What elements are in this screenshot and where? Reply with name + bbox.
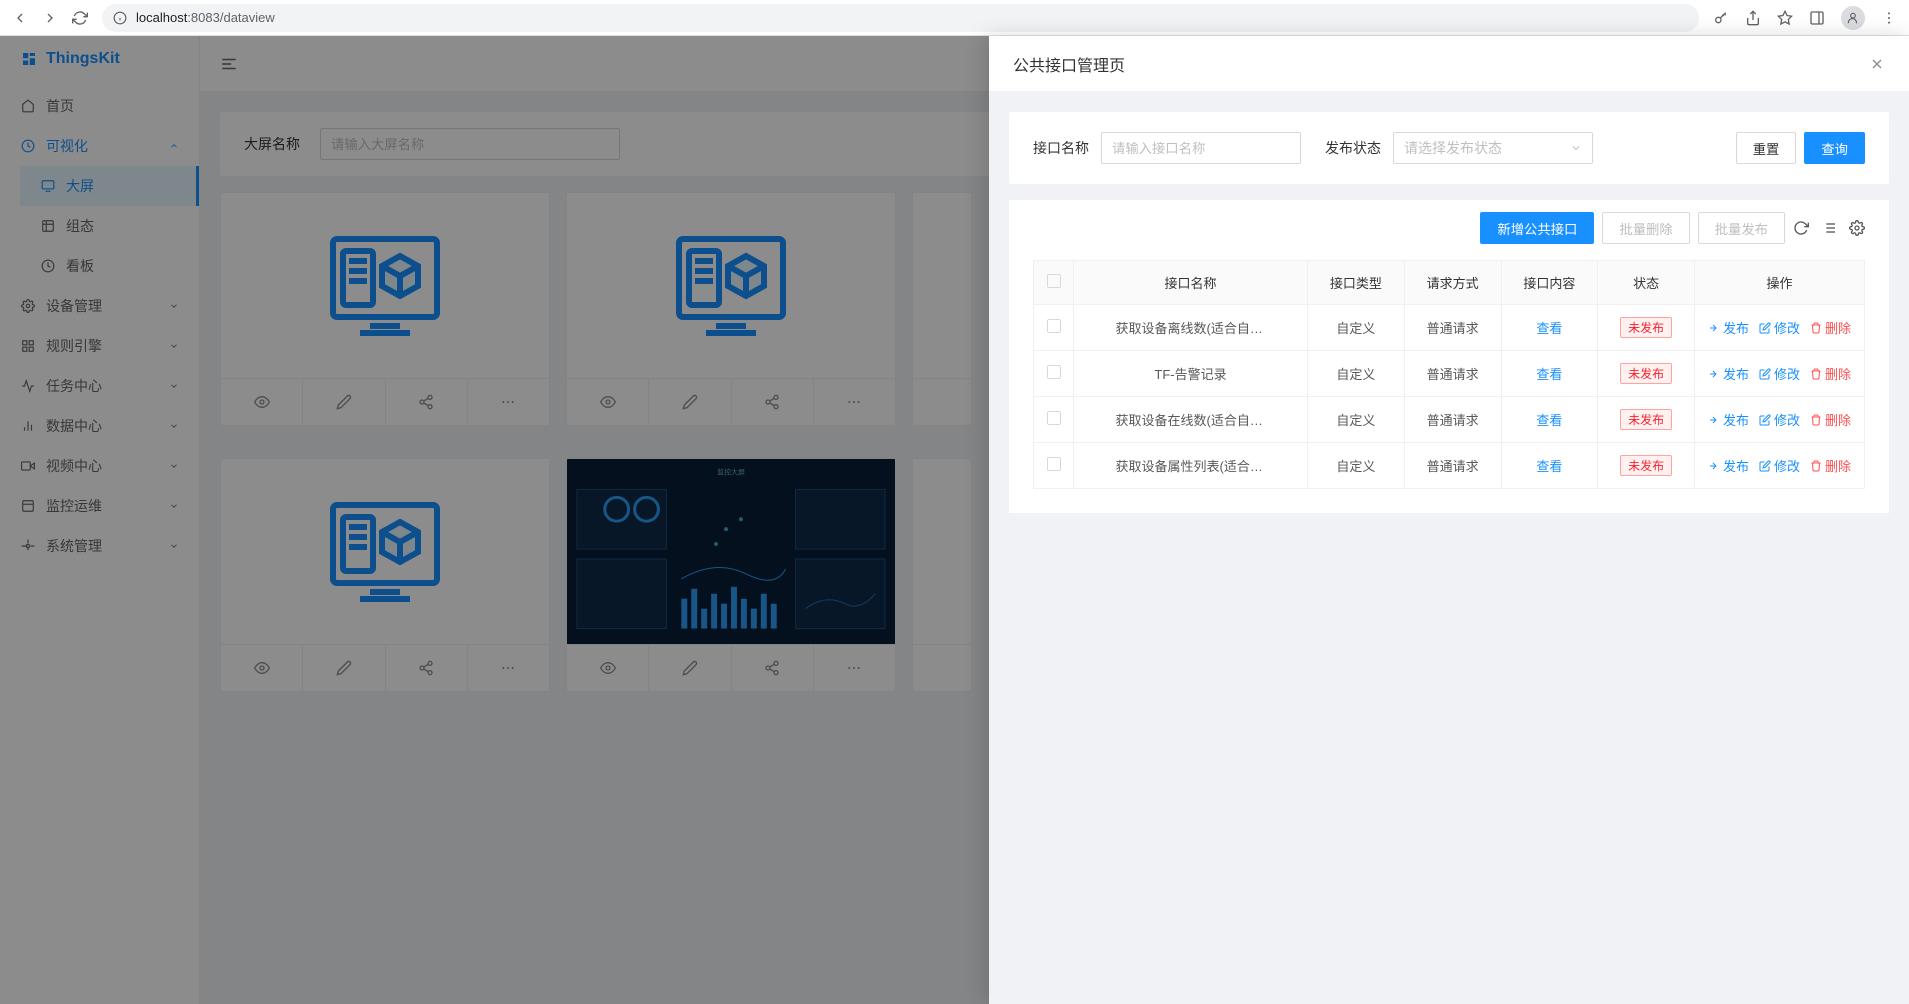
col-method: 请求方式: [1404, 261, 1501, 305]
cell-name: 获取设备离线数(适合自定...: [1116, 318, 1266, 337]
edit-icon: [1759, 368, 1771, 380]
edit-icon: [1759, 460, 1771, 472]
filter-bar: 接口名称 发布状态 请选择发布状态 重置 查询: [1009, 112, 1889, 184]
delete-link[interactable]: 删除: [1810, 364, 1851, 383]
delete-link[interactable]: 删除: [1810, 318, 1851, 337]
row-checkbox[interactable]: [1047, 411, 1061, 425]
settings-icon[interactable]: [1849, 220, 1865, 236]
view-content-link[interactable]: 查看: [1536, 413, 1562, 428]
publish-link[interactable]: 发布: [1708, 456, 1749, 475]
api-drawer: 公共接口管理页 接口名称 发布状态 请选择发布状态 重置 查询 新增公共接口: [989, 36, 1909, 1004]
delete-icon: [1810, 322, 1822, 334]
col-actions: 操作: [1695, 261, 1865, 305]
publish-icon: [1708, 460, 1720, 472]
publish-link[interactable]: 发布: [1708, 318, 1749, 337]
publish-link[interactable]: 发布: [1708, 364, 1749, 383]
select-all-checkbox[interactable]: [1047, 274, 1061, 288]
chevron-down-icon: [1570, 142, 1582, 154]
publish-link[interactable]: 发布: [1708, 410, 1749, 429]
delete-icon: [1810, 368, 1822, 380]
publish-icon: [1708, 414, 1720, 426]
key-icon[interactable]: [1713, 10, 1729, 26]
panel-icon[interactable]: [1809, 10, 1825, 26]
status-badge: 未发布: [1620, 455, 1672, 476]
close-icon[interactable]: [1869, 56, 1885, 72]
back-icon[interactable]: [12, 10, 28, 26]
table-header-row: 接口名称 接口类型 请求方式 接口内容 状态 操作: [1034, 261, 1865, 305]
filter-name-input[interactable]: [1101, 132, 1301, 164]
delete-link[interactable]: 删除: [1810, 410, 1851, 429]
batch-delete-button[interactable]: 批量删除: [1602, 212, 1689, 244]
table-row: 获取设备离线数(适合自定... 自定义 普通请求 查看 未发布 发布 修改 删除: [1034, 305, 1865, 351]
status-badge: 未发布: [1620, 409, 1672, 430]
publish-icon: [1708, 368, 1720, 380]
menu-dots-icon[interactable]: [1881, 10, 1897, 26]
delete-icon: [1810, 414, 1822, 426]
filter-name-label: 接口名称: [1033, 138, 1089, 158]
cell-method: 普通请求: [1404, 397, 1501, 443]
table-toolbar: 新增公共接口 批量删除 批量发布: [1009, 200, 1889, 244]
cell-method: 普通请求: [1404, 305, 1501, 351]
view-content-link[interactable]: 查看: [1536, 367, 1562, 382]
drawer-header: 公共接口管理页: [989, 36, 1909, 92]
status-badge: 未发布: [1620, 317, 1672, 338]
cell-type: 自定义: [1308, 443, 1405, 489]
api-table: 接口名称 接口类型 请求方式 接口内容 状态 操作 获取设备离线数(适合自定..…: [1009, 244, 1889, 513]
avatar-icon[interactable]: [1841, 6, 1865, 30]
row-checkbox[interactable]: [1047, 365, 1061, 379]
cell-method: 普通请求: [1404, 443, 1501, 489]
table-row: 获取设备在线数(适合自定... 自定义 普通请求 查看 未发布 发布 修改 删除: [1034, 397, 1865, 443]
table-row: 获取设备属性列表(适合下... 自定义 普通请求 查看 未发布 发布 修改 删除: [1034, 443, 1865, 489]
cell-type: 自定义: [1308, 397, 1405, 443]
cell-method: 普通请求: [1404, 351, 1501, 397]
col-content: 接口内容: [1501, 261, 1598, 305]
edit-link[interactable]: 修改: [1759, 318, 1800, 337]
drawer-body: 接口名称 发布状态 请选择发布状态 重置 查询 新增公共接口 批量删除 批量发布: [989, 92, 1909, 1004]
forward-icon[interactable]: [42, 10, 58, 26]
col-status: 状态: [1598, 261, 1695, 305]
status-badge: 未发布: [1620, 363, 1672, 384]
refresh-icon[interactable]: [1793, 220, 1809, 236]
filter-status-select[interactable]: 请选择发布状态: [1393, 132, 1593, 164]
cell-name: 获取设备在线数(适合自定...: [1116, 410, 1266, 429]
publish-icon: [1708, 322, 1720, 334]
browser-toolbar: localhost:8083/dataview: [0, 0, 1909, 36]
edit-link[interactable]: 修改: [1759, 364, 1800, 383]
edit-link[interactable]: 修改: [1759, 410, 1800, 429]
batch-publish-button[interactable]: 批量发布: [1698, 212, 1785, 244]
cell-name: 获取设备属性列表(适合下...: [1116, 456, 1266, 475]
view-content-link[interactable]: 查看: [1536, 459, 1562, 474]
col-type: 接口类型: [1308, 261, 1405, 305]
table-row: TF-告警记录 自定义 普通请求 查看 未发布 发布 修改 删除: [1034, 351, 1865, 397]
edit-link[interactable]: 修改: [1759, 456, 1800, 475]
cell-name: TF-告警记录: [1154, 364, 1226, 383]
drawer-title: 公共接口管理页: [1013, 52, 1869, 76]
edit-icon: [1759, 414, 1771, 426]
info-icon[interactable]: [112, 10, 128, 26]
share-icon[interactable]: [1745, 10, 1761, 26]
delete-icon: [1810, 460, 1822, 472]
url-text: localhost:8083/dataview: [136, 10, 275, 25]
density-icon[interactable]: [1821, 220, 1837, 236]
query-button[interactable]: 查询: [1804, 132, 1865, 164]
reload-icon[interactable]: [72, 10, 88, 26]
row-checkbox[interactable]: [1047, 319, 1061, 333]
reset-button[interactable]: 重置: [1736, 132, 1797, 164]
cell-type: 自定义: [1308, 305, 1405, 351]
row-checkbox[interactable]: [1047, 457, 1061, 471]
browser-right-icons: [1713, 6, 1897, 30]
star-icon[interactable]: [1777, 10, 1793, 26]
delete-link[interactable]: 删除: [1810, 456, 1851, 475]
filter-status-label: 发布状态: [1325, 138, 1381, 158]
add-api-button[interactable]: 新增公共接口: [1480, 212, 1594, 244]
edit-icon: [1759, 322, 1771, 334]
cell-type: 自定义: [1308, 351, 1405, 397]
col-name: 接口名称: [1074, 261, 1308, 305]
url-bar[interactable]: localhost:8083/dataview: [102, 4, 1699, 32]
select-placeholder: 请选择发布状态: [1404, 138, 1502, 158]
view-content-link[interactable]: 查看: [1536, 321, 1562, 336]
